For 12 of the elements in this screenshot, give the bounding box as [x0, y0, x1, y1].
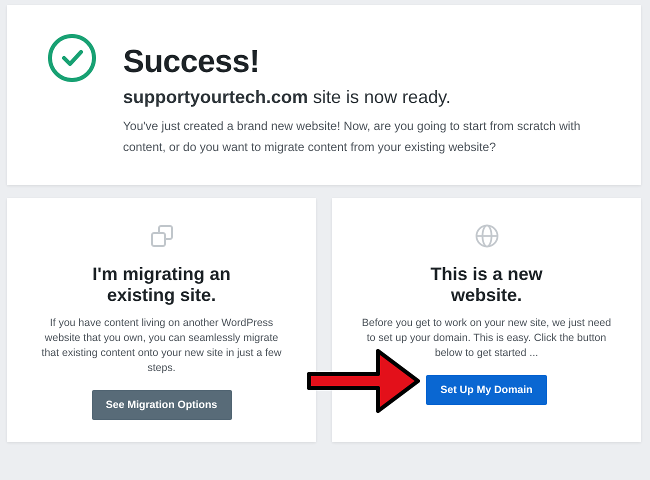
copy-icon: [150, 224, 174, 248]
option-title: This is a new website.: [429, 264, 544, 306]
option-button[interactable]: Set Up My Domain: [426, 375, 547, 405]
option-button[interactable]: See Migration Options: [92, 390, 232, 420]
option-description: If you have content living on another WordPress website that you own, you can seamlessly migrate that existing content onto your new site in just a few steps.: [40, 316, 282, 376]
ready-message: supportyourtech.com site is now ready.: [123, 87, 452, 108]
success-description: You've just created a brand new website! Now, are you going to start from scratch with content, or do you want to migrate content from your existing website?: [123, 118, 582, 156]
success-title: Success!: [123, 42, 261, 81]
option-description: Before you get to work on your new site, we just need to set up your domain. This is easy. Click the button below to get started ...: [362, 316, 612, 361]
check-circle-icon: [47, 33, 97, 83]
globe-icon: [474, 224, 498, 248]
option-title: I'm migrating an existing site.: [92, 264, 232, 306]
